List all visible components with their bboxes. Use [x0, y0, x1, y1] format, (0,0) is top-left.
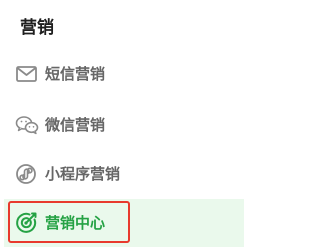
marketing-menu: 营销 短信营销 微信营销 小程序营销 营销中心 [0, 0, 244, 252]
mini-program-icon [14, 162, 40, 186]
envelope-icon [14, 62, 40, 86]
menu-item-marketing-center[interactable]: 营销中心 [4, 199, 244, 247]
menu-item-label: 小程序营销 [45, 165, 121, 183]
menu-item-wechat-marketing[interactable]: 微信营销 [4, 101, 244, 149]
menu-item-sms-marketing[interactable]: 短信营销 [4, 50, 244, 98]
target-icon [14, 211, 40, 235]
menu-item-label: 短信营销 [45, 65, 106, 83]
menu-item-mini-program-marketing[interactable]: 小程序营销 [4, 150, 244, 198]
menu-item-label: 微信营销 [45, 116, 106, 134]
section-title: 营销 [20, 18, 54, 38]
wechat-icon [14, 113, 40, 137]
menu-item-label: 营销中心 [45, 214, 106, 232]
